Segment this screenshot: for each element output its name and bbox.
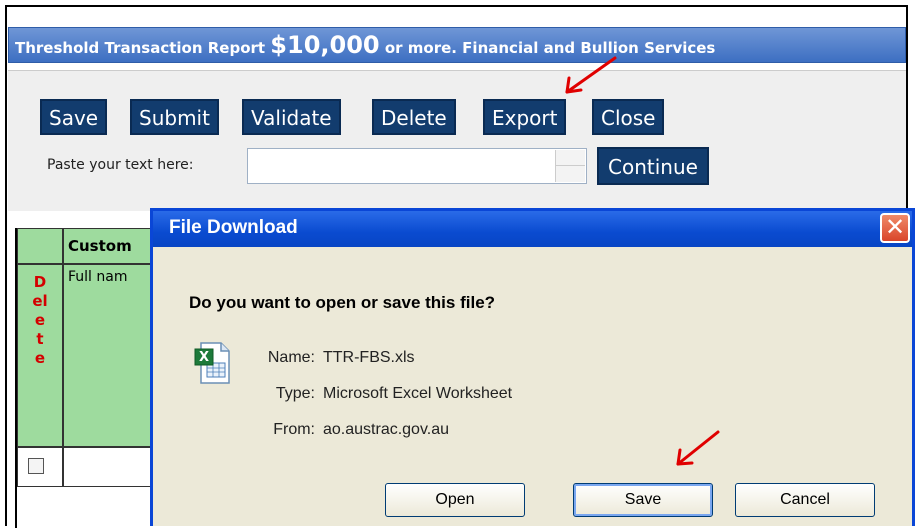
dialog-close-icon[interactable]: ✕ xyxy=(880,213,910,243)
delete-column-label: Delete xyxy=(17,264,63,447)
delete-column-text: Delete xyxy=(32,273,48,367)
open-button[interactable]: Open xyxy=(385,483,525,517)
dialog-title-bar: File Download ✕ xyxy=(153,211,912,247)
export-button[interactable]: Export xyxy=(483,99,567,135)
toolbar-area xyxy=(8,70,906,211)
paste-input-spinner[interactable] xyxy=(555,150,585,182)
submit-button[interactable]: Submit xyxy=(130,99,219,135)
file-type-label: Type: xyxy=(275,385,315,402)
close-button[interactable]: Close xyxy=(592,99,665,135)
grid-header-blank xyxy=(17,228,63,264)
save-button[interactable]: Save xyxy=(40,99,108,135)
file-type-value: Microsoft Excel Worksheet xyxy=(323,385,513,402)
file-download-dialog: File Download ✕ Do you want to open or s… xyxy=(150,208,915,526)
file-name-value: TTR-FBS.xls xyxy=(323,349,415,366)
svg-text:X: X xyxy=(199,350,209,365)
validate-button[interactable]: Validate xyxy=(242,99,341,135)
cancel-button[interactable]: Cancel xyxy=(735,483,875,517)
excel-file-icon: X xyxy=(194,342,230,384)
report-title-bar: Threshold Transaction Report $10,000 or … xyxy=(8,27,906,63)
paste-input[interactable] xyxy=(247,148,587,184)
file-from-value: ao.austrac.gov.au xyxy=(323,421,450,438)
file-from-label: From: xyxy=(273,421,315,438)
report-title-prefix: Threshold Transaction Report xyxy=(15,39,271,57)
delete-button[interactable]: Delete xyxy=(372,99,456,135)
paste-label: Paste your text here: xyxy=(47,157,194,173)
dialog-question: Do you want to open or save this file? xyxy=(189,293,496,312)
report-title-amount: $10,000 xyxy=(270,31,380,59)
red-arrow-icon xyxy=(565,56,617,94)
row-select-cell xyxy=(17,447,63,487)
continue-button[interactable]: Continue xyxy=(597,147,709,185)
red-arrow-icon xyxy=(676,430,720,466)
row-checkbox[interactable] xyxy=(28,458,44,474)
dialog-save-button[interactable]: Save xyxy=(573,483,713,517)
transaction-grid: Custom Delete Full nam xyxy=(15,228,173,528)
dialog-title: File Download xyxy=(169,217,298,238)
file-name-label: Name: xyxy=(267,349,315,366)
report-title-suffix: or more. Financial and Bullion Services xyxy=(379,39,716,57)
